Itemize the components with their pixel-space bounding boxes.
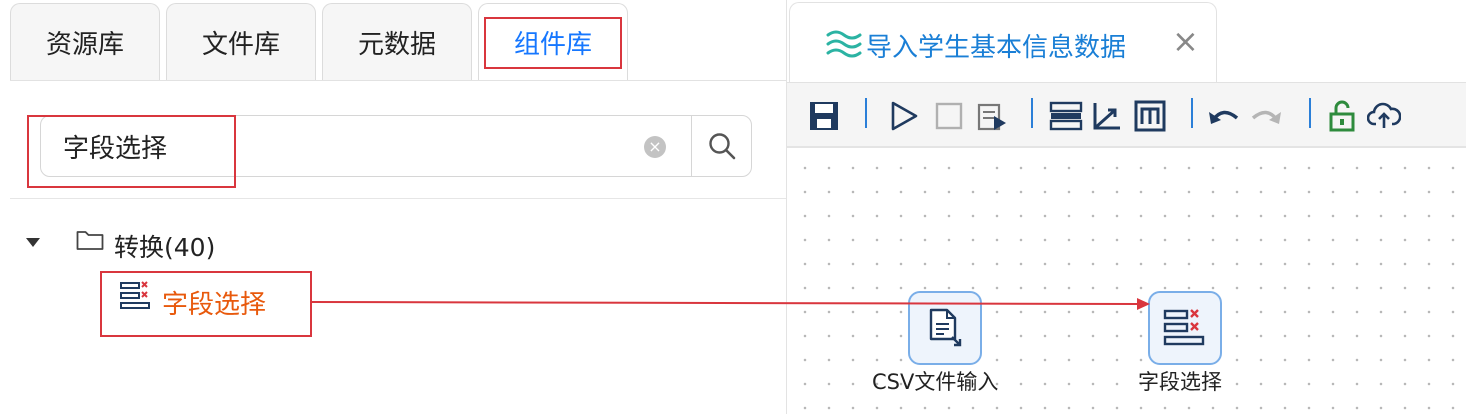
search-button[interactable] bbox=[692, 116, 752, 176]
save-icon[interactable] bbox=[807, 99, 841, 133]
tree-group-label[interactable]: 转换(40) bbox=[114, 228, 215, 264]
canvas-node-label: 字段选择 bbox=[1138, 370, 1222, 394]
tab-label: 资源库 bbox=[45, 30, 124, 60]
tab-label: 组件库 bbox=[513, 30, 592, 60]
component-panel: 资源库 文件库 元数据 组件库 × 转换(40) 字段选择 bbox=[0, 0, 786, 414]
search-box: × bbox=[40, 115, 752, 177]
panel-divider bbox=[10, 198, 786, 199]
editor-toolbar bbox=[787, 82, 1466, 148]
tab-file-library[interactable]: 文件库 bbox=[166, 3, 316, 81]
lock-icon[interactable] bbox=[1325, 99, 1359, 133]
clear-icon[interactable]: × bbox=[644, 136, 666, 158]
field-select-icon bbox=[1163, 309, 1205, 346]
search-icon bbox=[709, 133, 736, 160]
canvas-node-csv-input[interactable] bbox=[908, 291, 982, 365]
caret-down-icon[interactable] bbox=[26, 238, 40, 247]
document-tab[interactable]: 导入学生基本信息数据 × bbox=[789, 2, 1217, 82]
redo-icon[interactable] bbox=[1249, 99, 1283, 133]
tab-component-library[interactable]: 组件库 bbox=[478, 3, 628, 81]
tab-label: 元数据 bbox=[357, 30, 436, 60]
debug-icon[interactable] bbox=[975, 99, 1009, 133]
tab-metadata[interactable]: 元数据 bbox=[322, 3, 472, 81]
tree-item-field-select[interactable]: 字段选择 bbox=[162, 284, 266, 321]
document-tab-title: 导入学生基本信息数据 bbox=[866, 33, 1127, 63]
axis-icon[interactable] bbox=[1089, 99, 1123, 133]
toolbar-separator bbox=[1191, 98, 1193, 128]
align-icon[interactable] bbox=[1049, 99, 1083, 133]
metadata-icon[interactable] bbox=[1133, 99, 1167, 133]
toolbar-separator bbox=[1031, 98, 1033, 128]
stop-icon[interactable] bbox=[932, 99, 966, 133]
transformation-editor: 导入学生基本信息数据 × CSV文件输入 字段选择 bbox=[786, 0, 1466, 414]
canvas-node-field-select[interactable] bbox=[1148, 291, 1222, 365]
toolbar-separator bbox=[865, 98, 867, 128]
tab-bar-divider bbox=[10, 80, 786, 81]
upload-icon[interactable] bbox=[1367, 99, 1401, 133]
transformation-icon bbox=[826, 30, 862, 58]
toolbar-separator bbox=[1309, 98, 1311, 128]
csv-file-icon bbox=[929, 308, 962, 347]
tab-label: 文件库 bbox=[201, 30, 280, 60]
folder-icon bbox=[76, 231, 104, 250]
field-select-icon bbox=[120, 281, 150, 309]
search-input[interactable] bbox=[63, 124, 633, 168]
undo-icon[interactable] bbox=[1207, 99, 1241, 133]
design-canvas[interactable]: CSV文件输入 字段选择 bbox=[787, 150, 1466, 414]
tab-resource-library[interactable]: 资源库 bbox=[10, 3, 160, 81]
close-icon[interactable]: × bbox=[1172, 25, 1199, 57]
canvas-node-label: CSV文件输入 bbox=[872, 370, 999, 394]
run-icon[interactable] bbox=[887, 99, 921, 133]
